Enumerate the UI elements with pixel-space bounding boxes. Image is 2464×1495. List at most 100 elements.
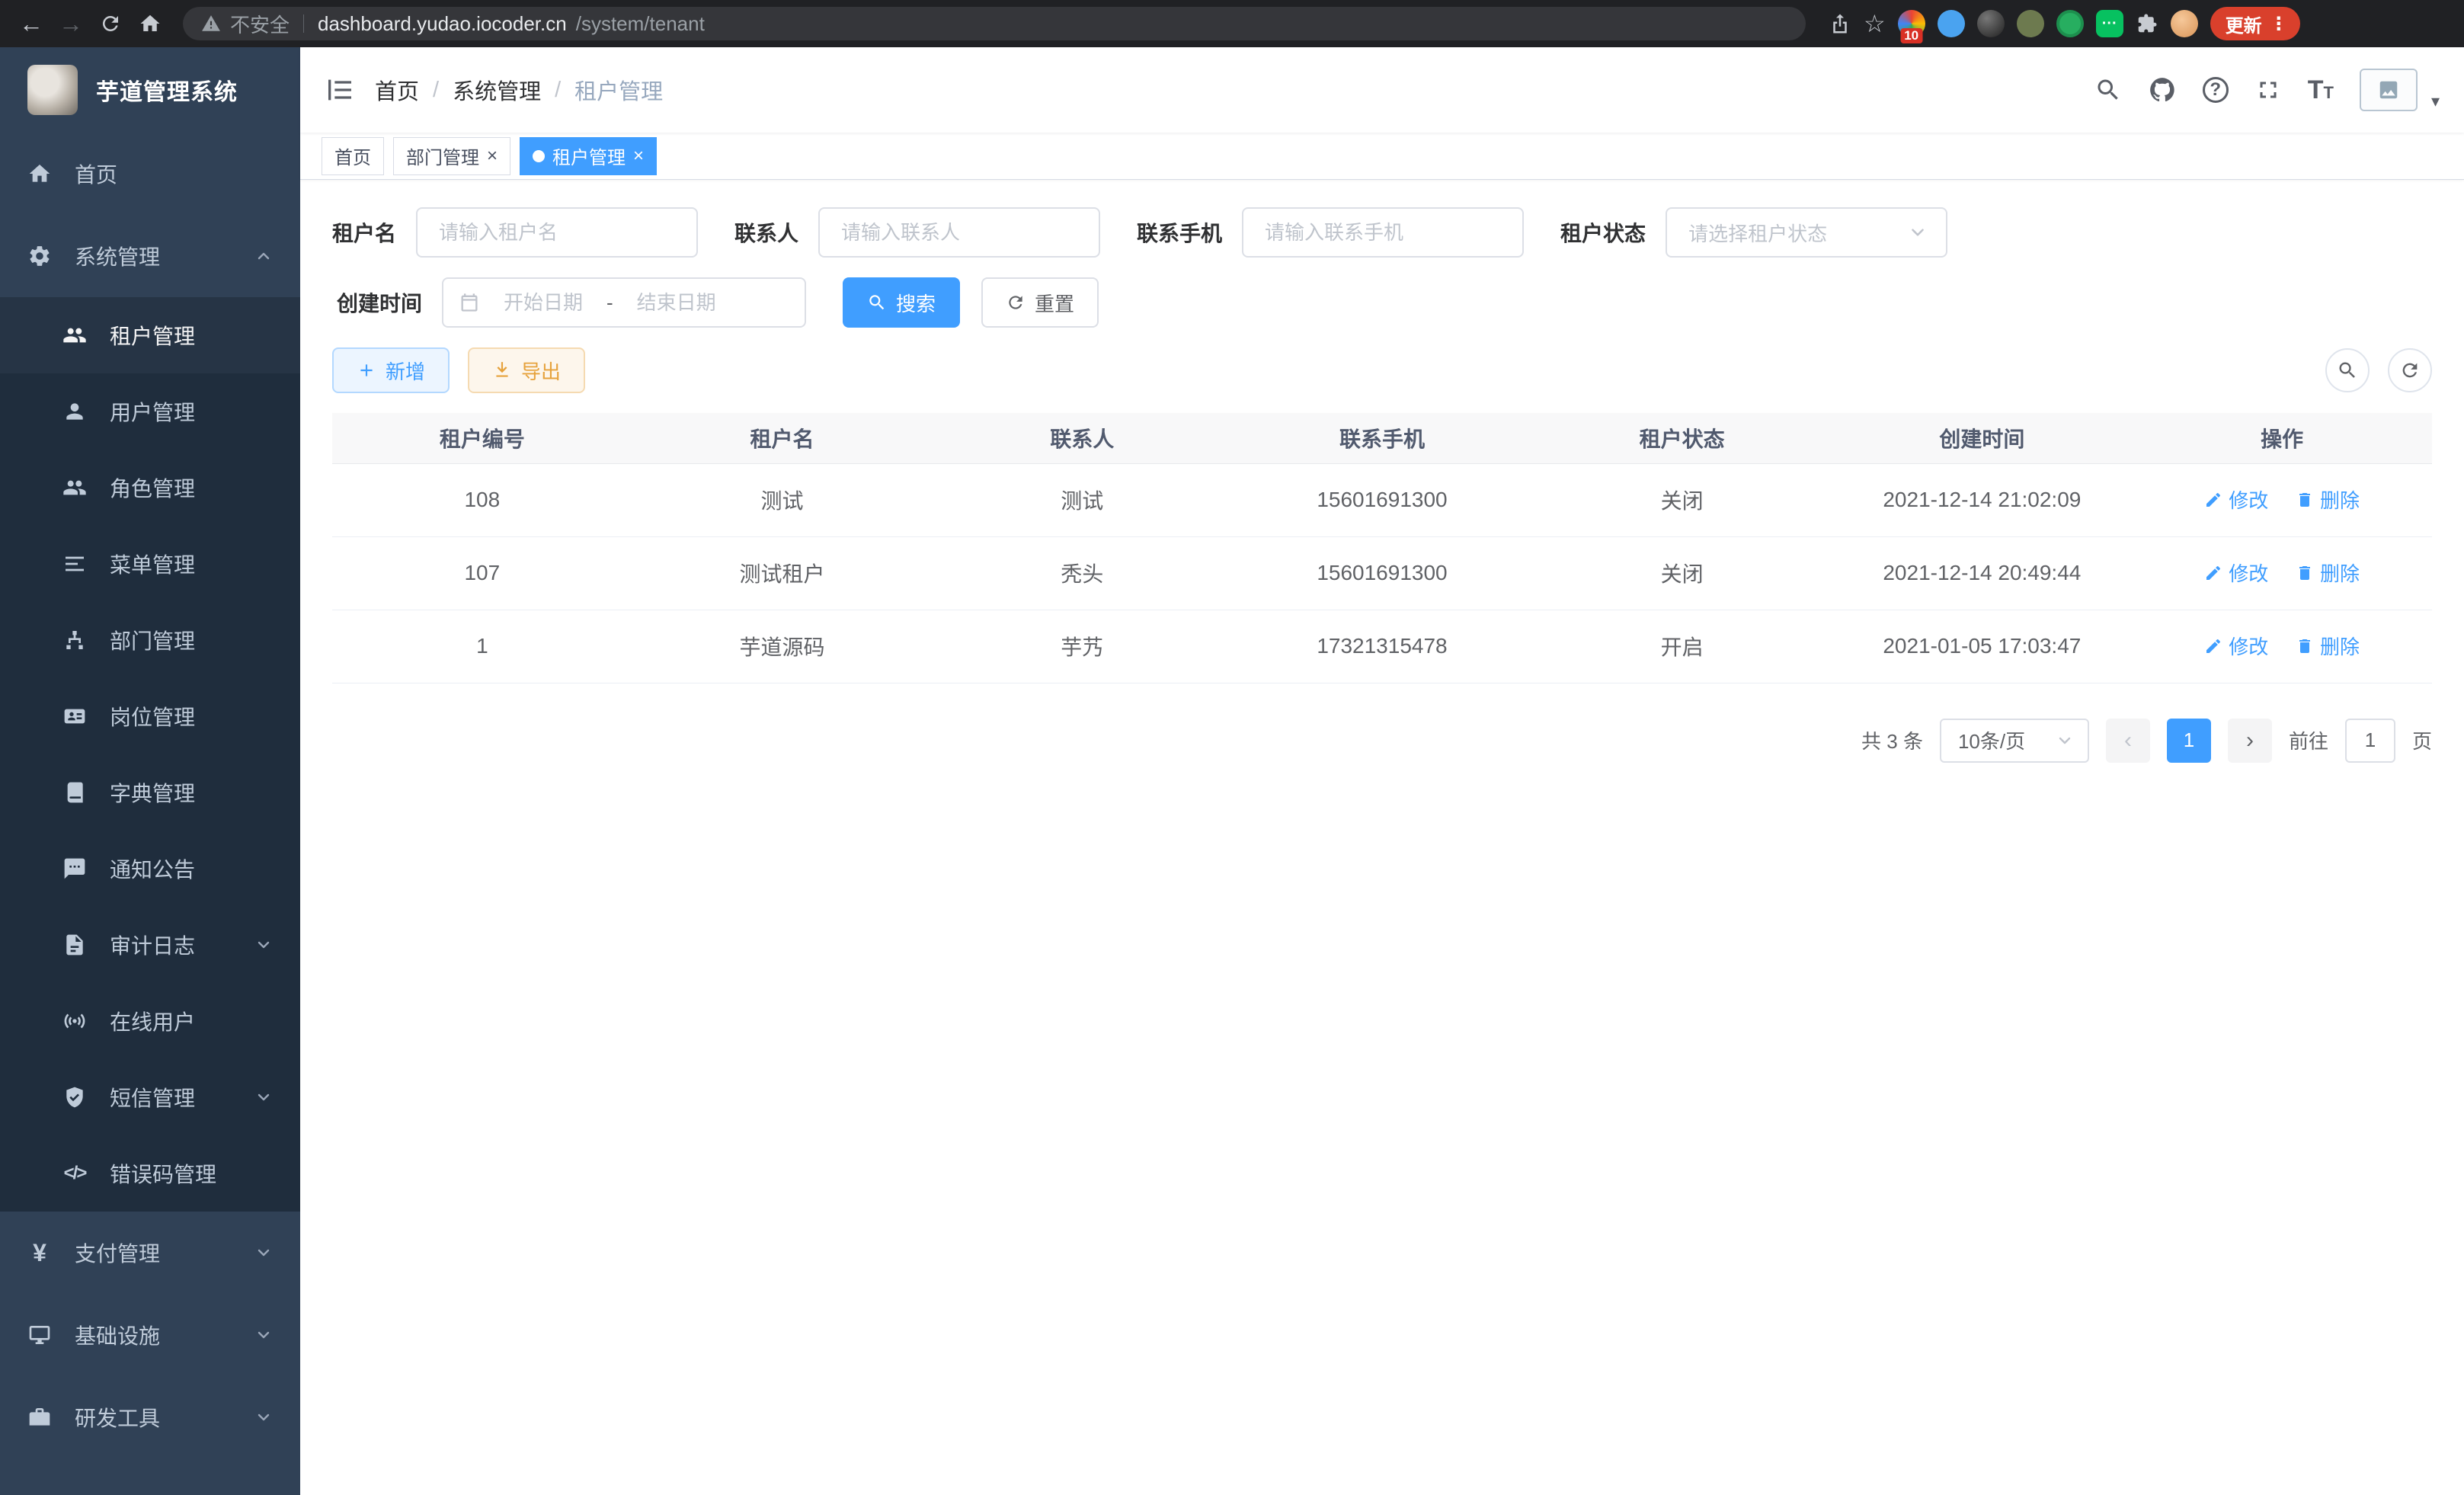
- sidebar-item-menu[interactable]: 菜单管理: [0, 526, 300, 602]
- security-label: 不安全: [230, 10, 290, 38]
- message-icon: [62, 856, 87, 881]
- browser-home-button[interactable]: [133, 6, 168, 41]
- sidebar-item-system[interactable]: 系统管理: [0, 215, 300, 297]
- user-icon: [62, 399, 87, 424]
- chevron-down-icon: [2056, 731, 2074, 750]
- browser-reload-button[interactable]: [93, 6, 128, 41]
- browser-menu-icon[interactable]: ⋮: [2270, 13, 2288, 35]
- refresh-icon: [1006, 293, 1026, 312]
- col-phone: 联系手机: [1232, 413, 1532, 463]
- sidebar-item-error-code[interactable]: </> 错误码管理: [0, 1135, 300, 1212]
- date-end-input[interactable]: [619, 291, 734, 315]
- edit-button[interactable]: 修改: [2204, 632, 2268, 660]
- tab-dept[interactable]: 部门管理 ×: [393, 137, 510, 175]
- status-label: 租户状态: [1560, 217, 1646, 248]
- delete-button[interactable]: 删除: [2296, 559, 2360, 587]
- browser-profile-avatar[interactable]: [2171, 10, 2198, 37]
- delete-button[interactable]: 删除: [2296, 485, 2360, 514]
- tab-home[interactable]: 首页: [322, 137, 384, 175]
- omnibox-divider: [303, 14, 304, 33]
- phone-label: 联系手机: [1137, 217, 1222, 248]
- sidebar-fold-button[interactable]: [325, 75, 355, 105]
- next-page-button[interactable]: ›: [2228, 719, 2272, 763]
- extension-green-ring-icon[interactable]: [2056, 10, 2084, 37]
- phone-input[interactable]: [1242, 207, 1524, 258]
- header-actions: ? TT ▾: [2094, 69, 2440, 111]
- pagination-total: 共 3 条: [1861, 726, 1923, 754]
- extension-chat-icon[interactable]: ···: [2096, 10, 2123, 37]
- sidebar-item-user[interactable]: 用户管理: [0, 373, 300, 450]
- sidebar-item-role[interactable]: 角色管理: [0, 450, 300, 526]
- share-icon[interactable]: [1829, 12, 1851, 35]
- extension-sphere-icon[interactable]: [1977, 10, 2005, 37]
- sidebar-item-home[interactable]: 首页: [0, 133, 300, 215]
- github-icon[interactable]: [2148, 75, 2177, 104]
- filter-row-2: 创建时间 - 搜索 重置: [332, 277, 2432, 328]
- plus-icon: [357, 360, 376, 380]
- date-range-picker[interactable]: -: [442, 277, 806, 328]
- page-size-select[interactable]: 10条/页: [1940, 719, 2089, 763]
- extension-colorful-icon[interactable]: 10: [1898, 10, 1925, 37]
- fullscreen-icon[interactable]: [2254, 76, 2282, 104]
- toggle-search-button[interactable]: [2325, 348, 2370, 392]
- chevron-up-icon: [254, 247, 273, 265]
- header-search-icon[interactable]: [2094, 76, 2122, 104]
- page-content: 租户名 联系人 联系手机 租户状态 请选择租户状态: [300, 180, 2464, 1495]
- add-button[interactable]: 新增: [332, 347, 450, 393]
- extension-olive-icon[interactable]: [2017, 10, 2044, 37]
- edit-button[interactable]: 修改: [2204, 559, 2268, 587]
- tenant-name-input[interactable]: [416, 207, 698, 258]
- extension-drop-icon[interactable]: [1938, 10, 1965, 37]
- help-icon[interactable]: ?: [2203, 77, 2229, 103]
- table-toolbar: 新增 导出: [332, 347, 2432, 393]
- delete-button[interactable]: 删除: [2296, 632, 2360, 660]
- badge-icon: [62, 704, 87, 728]
- browser-update-button[interactable]: 更新 ⋮: [2210, 7, 2300, 40]
- contact-input[interactable]: [818, 207, 1100, 258]
- sidebar-item-dict[interactable]: 字典管理: [0, 754, 300, 831]
- contact-label: 联系人: [734, 217, 798, 248]
- status-select[interactable]: 请选择租户状态: [1666, 207, 1947, 258]
- browser-back-button[interactable]: ←: [14, 6, 49, 41]
- status-text: 开启: [1532, 610, 1832, 683]
- page-number-1[interactable]: 1: [2167, 719, 2211, 763]
- sidebar-item-sms[interactable]: 短信管理: [0, 1059, 300, 1135]
- tenant-name-label: 租户名: [332, 217, 396, 248]
- sidebar-item-devtools[interactable]: 研发工具: [0, 1376, 300, 1458]
- search-icon: [867, 293, 887, 312]
- reset-button[interactable]: 重置: [981, 277, 1099, 328]
- breadcrumb-home[interactable]: 首页: [375, 74, 419, 106]
- close-icon[interactable]: ×: [633, 147, 644, 165]
- prev-page-button[interactable]: ‹: [2106, 719, 2150, 763]
- search-icon: [2337, 360, 2358, 381]
- font-size-icon[interactable]: TT: [2308, 75, 2334, 105]
- sidebar-item-payment[interactable]: ¥ 支付管理: [0, 1212, 300, 1294]
- sidebar-item-online-user[interactable]: 在线用户: [0, 983, 300, 1059]
- sidebar-item-tenant[interactable]: 租户管理: [0, 297, 300, 373]
- sidebar-item-audit-log[interactable]: 审计日志: [0, 907, 300, 983]
- search-button[interactable]: 搜索: [843, 277, 960, 328]
- edit-button[interactable]: 修改: [2204, 485, 2268, 514]
- browser-forward-button[interactable]: →: [53, 6, 88, 41]
- sidebar-item-dept[interactable]: 部门管理: [0, 602, 300, 678]
- address-bar[interactable]: 不安全 dashboard.yudao.iocoder.cn/system/te…: [183, 7, 1806, 40]
- avatar[interactable]: [2360, 69, 2418, 111]
- chevron-down-icon: [1908, 222, 1928, 242]
- goto-page-input[interactable]: [2345, 719, 2395, 763]
- sidebar-item-infra[interactable]: 基础设施: [0, 1294, 300, 1376]
- date-start-input[interactable]: [486, 291, 600, 315]
- sidebar-item-notice[interactable]: 通知公告: [0, 831, 300, 907]
- bookmark-star-icon[interactable]: ☆: [1864, 9, 1886, 38]
- extensions-puzzle-icon[interactable]: [2136, 12, 2158, 35]
- col-status: 租户状态: [1532, 413, 1832, 463]
- user-dropdown-caret-icon[interactable]: ▾: [2431, 91, 2440, 111]
- close-icon[interactable]: ×: [487, 147, 498, 165]
- app-logo[interactable]: 芋道管理系统: [0, 47, 300, 133]
- status-text: 关闭: [1532, 536, 1832, 610]
- breadcrumb-system[interactable]: 系统管理: [453, 74, 541, 106]
- export-button[interactable]: 导出: [468, 347, 585, 393]
- refresh-table-button[interactable]: [2388, 348, 2432, 392]
- trash-icon: [2296, 637, 2314, 655]
- sidebar-item-post[interactable]: 岗位管理: [0, 678, 300, 754]
- tab-tenant[interactable]: 租户管理 ×: [520, 137, 657, 175]
